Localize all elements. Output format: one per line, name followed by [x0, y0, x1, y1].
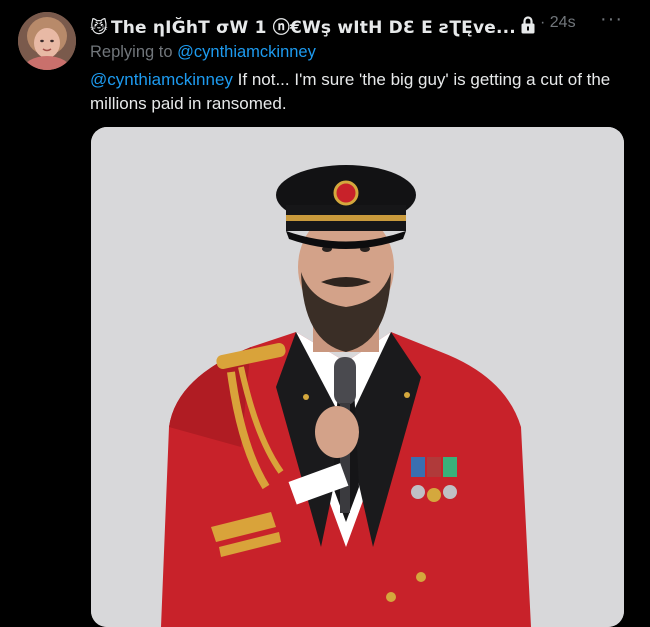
cat-emoji-icon: 😼 — [90, 17, 108, 38]
tweet-media-image[interactable] — [91, 127, 624, 627]
captain-photo — [91, 127, 624, 627]
tweet: 😼 The ηIĞhT σW 1 ⓝ€Wş wItH DƐ E ƨƮĘve... … — [0, 0, 650, 627]
ellipsis-icon[interactable]: ··· — [600, 8, 623, 31]
avatar-image — [18, 12, 76, 70]
display-name-text: The ηIĞhT σW 1 ⓝ€Wş wItH DƐ E ƨƮĘve... — [110, 17, 516, 38]
avatar[interactable] — [18, 12, 76, 70]
tweet-header: 😼 The ηIĞhT σW 1 ⓝ€Wş wItH DƐ E ƨƮĘve... … — [90, 8, 630, 38]
timestamp[interactable]: · 24s — [540, 14, 576, 32]
replying-to-handle[interactable]: @cynthiamckinney — [177, 43, 316, 61]
replying-to: Replying to @cynthiamckinney — [90, 43, 316, 62]
tweet-text: @cynthiamckinney If not... I'm sure 'the… — [90, 68, 630, 116]
display-name[interactable]: 😼 The ηIĞhT σW 1 ⓝ€Wş wItH DƐ E ƨƮĘve... — [90, 13, 516, 38]
replying-to-prefix: Replying to — [90, 43, 178, 61]
lock-icon — [518, 15, 538, 35]
text-mention-link[interactable]: @cynthiamckinney — [90, 70, 233, 89]
